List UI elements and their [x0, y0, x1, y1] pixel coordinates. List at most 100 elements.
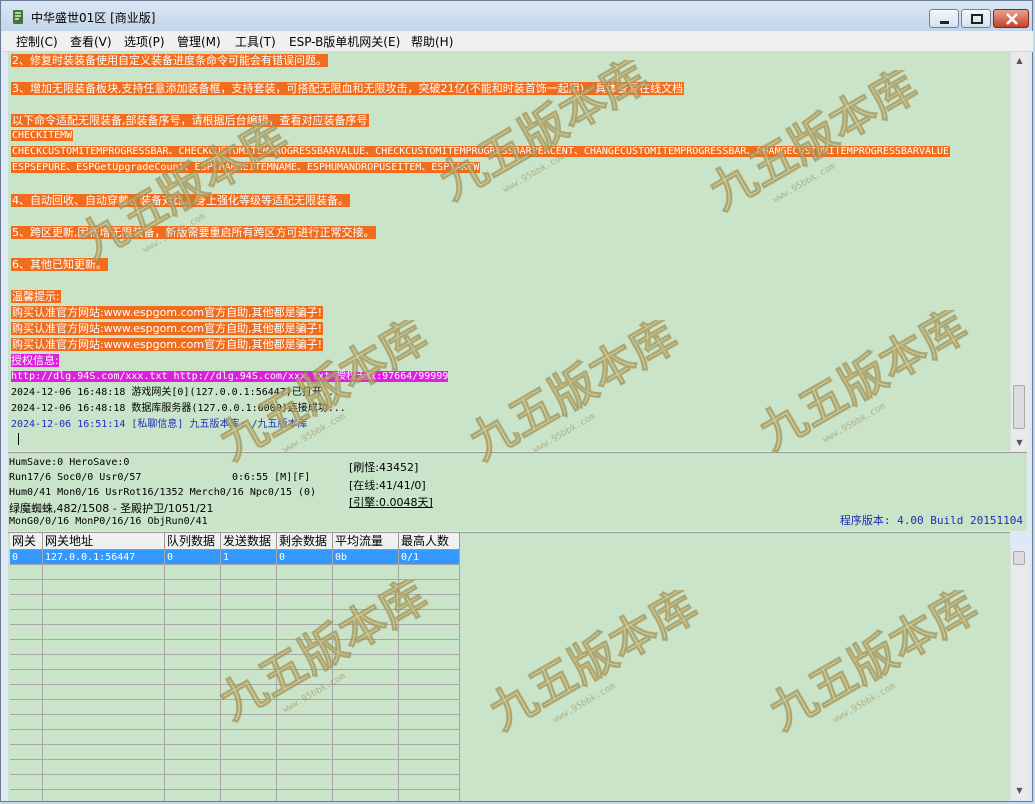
empty-cell [399, 580, 460, 595]
empty-row [10, 625, 466, 640]
close-button[interactable] [993, 9, 1029, 28]
scroll-thumb[interactable] [1013, 551, 1025, 565]
empty-cell [10, 595, 43, 610]
empty-cell [333, 595, 399, 610]
scroll-thumb[interactable] [1013, 385, 1025, 429]
empty-cell [165, 640, 221, 655]
empty-cell [43, 700, 165, 715]
empty-cell [10, 730, 43, 745]
empty-cell [333, 760, 399, 775]
empty-cell [333, 700, 399, 715]
menu-view[interactable]: 查看(V) [70, 33, 112, 50]
table-cell: 0 [165, 550, 221, 565]
empty-cell [221, 760, 277, 775]
log-line: CHECKITEMW [11, 130, 74, 141]
column-header[interactable]: 网关地址 [43, 533, 165, 550]
main-window: 中华盛世01区 [商业版] 控制(C) 查看(V) 选项(P) 管理(M) 工具… [0, 0, 1033, 802]
column-header[interactable]: 发送数据 [221, 533, 277, 550]
empty-cell [399, 685, 460, 700]
empty-cell [277, 595, 333, 610]
menu-control[interactable]: 控制(C) [16, 33, 58, 50]
title-bar[interactable]: 中华盛世01区 [商业版] [1, 1, 1032, 31]
menu-esp-gateway[interactable]: ESP-B版单机网关(E) [289, 33, 400, 50]
empty-cell [221, 745, 277, 760]
table-scrollbar[interactable]: ▲ ▼ [1010, 549, 1028, 799]
log-panel[interactable]: 2、修复时装装备使用自定义装备进度条命令可能会有错误问题。 3、增加无限装备板块… [8, 52, 1010, 451]
empty-cell [43, 760, 165, 775]
empty-cell [221, 670, 277, 685]
empty-cell [399, 745, 460, 760]
scroll-down-icon[interactable]: ▼ [1011, 782, 1028, 799]
log-line: 购买认准官方网站:www.espgom.com官方自助,其他都是骗子! [11, 322, 323, 335]
empty-cell [165, 655, 221, 670]
log-line: ESPSEPURE、ESPGetUpgradeCount、ESPCHANGEIT… [11, 162, 481, 173]
menu-manage[interactable]: 管理(M) [177, 33, 221, 50]
engine-time: [引擎:0.0048天] [349, 496, 433, 509]
empty-cell [165, 595, 221, 610]
column-header[interactable]: 网关 [10, 533, 43, 550]
log-line: 2024-12-06 16:51:14 [私聊信息] 九五版本库: /九五版本库 [11, 419, 308, 430]
menu-help[interactable]: 帮助(H) [411, 33, 453, 50]
column-header[interactable]: 最高人数 [399, 533, 460, 550]
empty-row [10, 580, 466, 595]
empty-row [10, 595, 466, 610]
empty-cell [43, 775, 165, 790]
empty-cell [10, 625, 43, 640]
minimize-button[interactable] [929, 9, 959, 28]
empty-cell [277, 760, 333, 775]
table-cell: 0 [277, 550, 333, 565]
scroll-down-icon[interactable]: ▼ [1011, 434, 1028, 451]
menu-options[interactable]: 选项(P) [124, 33, 165, 50]
log-scrollbar[interactable]: ▲ ▼ [1010, 52, 1028, 451]
gateway-table[interactable]: 网关 网关地址 队列数据 发送数据 剩余数据 平均流量 最高人数 0 127.0… [8, 532, 1010, 801]
text-caret [18, 433, 19, 445]
empty-row [10, 565, 466, 580]
empty-cell [277, 715, 333, 730]
status-panel: HumSave:0 HeroSave:0 Run17/6 Soc0/0 Usr0… [8, 452, 1027, 531]
empty-cell [165, 730, 221, 745]
run-text: Run17/6 Soc0/0 Usr0/57 [9, 472, 142, 483]
empty-cell [333, 745, 399, 760]
empty-cell [221, 595, 277, 610]
empty-cell [43, 730, 165, 745]
empty-cell [399, 775, 460, 790]
empty-cell [10, 775, 43, 790]
empty-cell [165, 685, 221, 700]
empty-cell [221, 685, 277, 700]
log-line: 购买认准官方网站:www.espgom.com官方自助,其他都是骗子! [11, 306, 323, 319]
maximize-button[interactable] [961, 9, 991, 28]
empty-cell [221, 640, 277, 655]
column-header[interactable]: 队列数据 [165, 533, 221, 550]
column-header[interactable]: 平均流量 [333, 533, 399, 550]
menu-tools[interactable]: 工具(T) [235, 33, 276, 50]
scroll-up-icon[interactable]: ▲ [1011, 52, 1028, 69]
empty-cell [221, 715, 277, 730]
log-line: 以下命令适配无限装备,部装备序号，请根据后台编辑，查看对应装备序号 [11, 114, 369, 127]
empty-cell [165, 790, 221, 801]
empty-row [10, 655, 466, 670]
minimize-icon [940, 21, 949, 24]
empty-cell [277, 745, 333, 760]
empty-cell [399, 790, 460, 801]
empty-cell [399, 670, 460, 685]
empty-cell [165, 625, 221, 640]
empty-cell [399, 760, 460, 775]
empty-cell [43, 610, 165, 625]
empty-cell [277, 655, 333, 670]
empty-row [10, 640, 466, 655]
empty-cell [10, 685, 43, 700]
empty-cell [221, 610, 277, 625]
empty-row [10, 745, 466, 760]
log-line: 购买认准官方网站:www.espgom.com官方自助,其他都是骗子! [11, 338, 323, 351]
empty-cell [399, 700, 460, 715]
table-row[interactable]: 0 127.0.0.1:56447 0 1 0 0b 0/1 [10, 550, 466, 565]
empty-cell [277, 580, 333, 595]
empty-cell [43, 715, 165, 730]
empty-cell [277, 730, 333, 745]
empty-row [10, 700, 466, 715]
empty-cell [10, 565, 43, 580]
empty-cell [221, 580, 277, 595]
empty-cell [399, 715, 460, 730]
empty-row [10, 790, 466, 801]
column-header[interactable]: 剩余数据 [277, 533, 333, 550]
